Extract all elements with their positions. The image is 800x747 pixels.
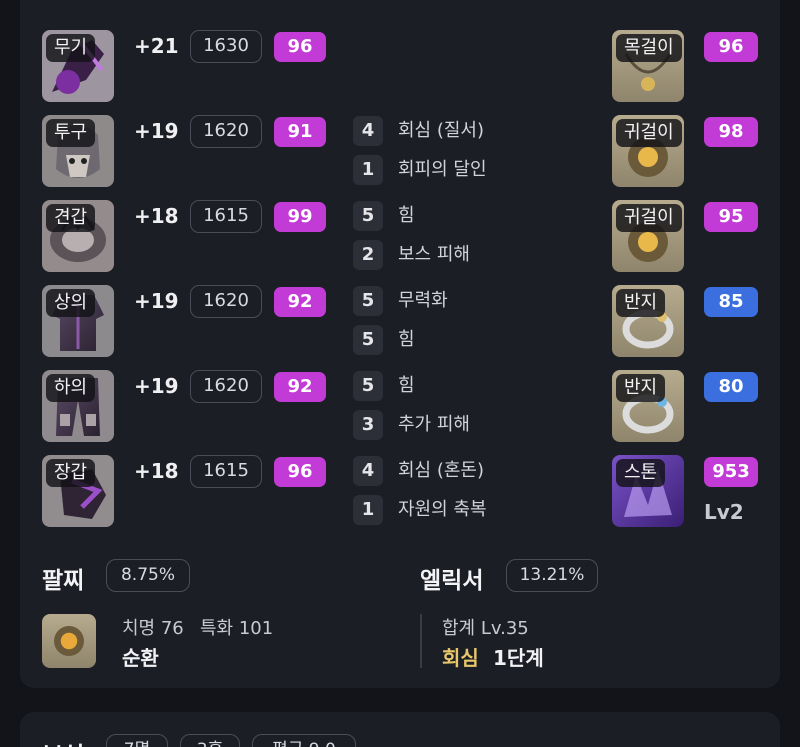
engraving-level: 1 <box>353 155 383 185</box>
item-level-badge: 1630 <box>190 30 262 63</box>
elixir-effect-stage: 1단계 <box>493 646 544 670</box>
gem-filter-pill[interactable]: 3홍 <box>180 734 240 747</box>
bracelet-percent-badge: 8.75% <box>106 559 190 592</box>
engraving-level: 5 <box>353 286 383 316</box>
bracelet-stat-crit: 치명 76 <box>122 618 184 639</box>
refine-level: +21 <box>134 34 179 58</box>
quality-badge: 80 <box>704 372 758 402</box>
engraving-name: 힘 <box>398 375 415 396</box>
engraving-name: 회피의 달인 <box>398 159 487 180</box>
ring-item-icon[interactable]: 반지 <box>612 370 684 442</box>
refine-level: +18 <box>134 204 179 228</box>
elixir-title: 엘릭서 <box>420 568 484 594</box>
gem-filter-pill[interactable]: 7멸 <box>106 734 168 747</box>
quality-badge: 953 <box>704 457 758 487</box>
quality-badge: 95 <box>704 202 758 232</box>
slot-label: 견갑 <box>46 204 96 232</box>
slot-label: 투구 <box>46 119 96 147</box>
quality-badge: 92 <box>274 372 326 402</box>
slot-label: 하의 <box>46 374 96 402</box>
quality-badge: 99 <box>274 202 326 232</box>
quality-badge: 92 <box>274 287 326 317</box>
quality-badge: 98 <box>704 117 758 147</box>
engraving-name: 자원의 축복 <box>398 499 487 520</box>
engraving-level: 2 <box>353 240 383 270</box>
quality-badge: 91 <box>274 117 326 147</box>
item-level-badge: 1615 <box>190 455 262 488</box>
refine-level: +19 <box>134 289 179 313</box>
shoulder-item-icon[interactable]: 견갑 <box>42 200 114 272</box>
item-level-badge: 1615 <box>190 200 262 233</box>
item-level-badge: 1620 <box>190 370 262 403</box>
section-divider <box>420 614 422 668</box>
slot-label: 상의 <box>46 289 96 317</box>
slot-label: 스톤 <box>616 459 666 487</box>
earring-item-icon[interactable]: 귀걸이 <box>612 200 684 272</box>
bracelet-effect: 순환 <box>122 646 159 670</box>
ring-item-icon[interactable]: 반지 <box>612 285 684 357</box>
slot-label: 반지 <box>616 289 666 317</box>
item-level-badge: 1620 <box>190 115 262 148</box>
pants-item-icon[interactable]: 하의 <box>42 370 114 442</box>
engraving-name: 힘 <box>398 329 415 350</box>
gem-filter-pill[interactable]: 평균 9.0 <box>252 734 356 747</box>
engraving-name: 회심 (혼돈) <box>398 460 485 481</box>
slot-label: 귀걸이 <box>616 204 682 232</box>
weapon-item-icon[interactable]: 무기 <box>42 30 114 102</box>
chest-item-icon[interactable]: 상의 <box>42 285 114 357</box>
slot-label: 무기 <box>46 34 96 62</box>
engraving-level: 1 <box>353 495 383 525</box>
quality-badge: 85 <box>704 287 758 317</box>
engraving-level: 5 <box>353 325 383 355</box>
elixir-percent-badge: 13.21% <box>506 559 598 592</box>
slot-label: 귀걸이 <box>616 119 682 147</box>
slot-label: 목걸이 <box>616 34 682 62</box>
engraving-name: 추가 피해 <box>398 414 470 435</box>
engraving-level: 5 <box>353 371 383 401</box>
engraving-level: 4 <box>353 456 383 486</box>
gem-section-title: 보석 <box>42 736 84 747</box>
engraving-name: 힘 <box>398 205 415 226</box>
bracelet-title: 팔찌 <box>42 568 85 594</box>
earring-item-icon[interactable]: 귀걸이 <box>612 115 684 187</box>
helmet-item-icon[interactable]: 투구 <box>42 115 114 187</box>
bracelet-item-icon[interactable] <box>42 614 96 668</box>
refine-level: +19 <box>134 119 179 143</box>
engraving-name: 무력화 <box>398 290 448 311</box>
engraving-level: 4 <box>353 116 383 146</box>
quality-badge: 96 <box>704 32 758 62</box>
stone-item-icon[interactable]: 스톤 <box>612 455 684 527</box>
stone-level: Lv2 <box>704 500 744 524</box>
engraving-name: 보스 피해 <box>398 244 470 265</box>
engraving-level: 3 <box>353 410 383 440</box>
necklace-item-icon[interactable]: 목걸이 <box>612 30 684 102</box>
bracelet-stat-spec: 특화 101 <box>200 618 274 639</box>
refine-level: +18 <box>134 459 179 483</box>
elixir-effect-name: 회심 <box>442 646 479 670</box>
item-level-badge: 1620 <box>190 285 262 318</box>
engraving-name: 회심 (질서) <box>398 120 485 141</box>
refine-level: +19 <box>134 374 179 398</box>
quality-badge: 96 <box>274 457 326 487</box>
quality-badge: 96 <box>274 32 326 62</box>
slot-label: 장갑 <box>46 459 96 487</box>
engraving-level: 5 <box>353 201 383 231</box>
slot-label: 반지 <box>616 374 666 402</box>
gloves-item-icon[interactable]: 장갑 <box>42 455 114 527</box>
elixir-total-level: 합계 Lv.35 <box>442 618 529 639</box>
